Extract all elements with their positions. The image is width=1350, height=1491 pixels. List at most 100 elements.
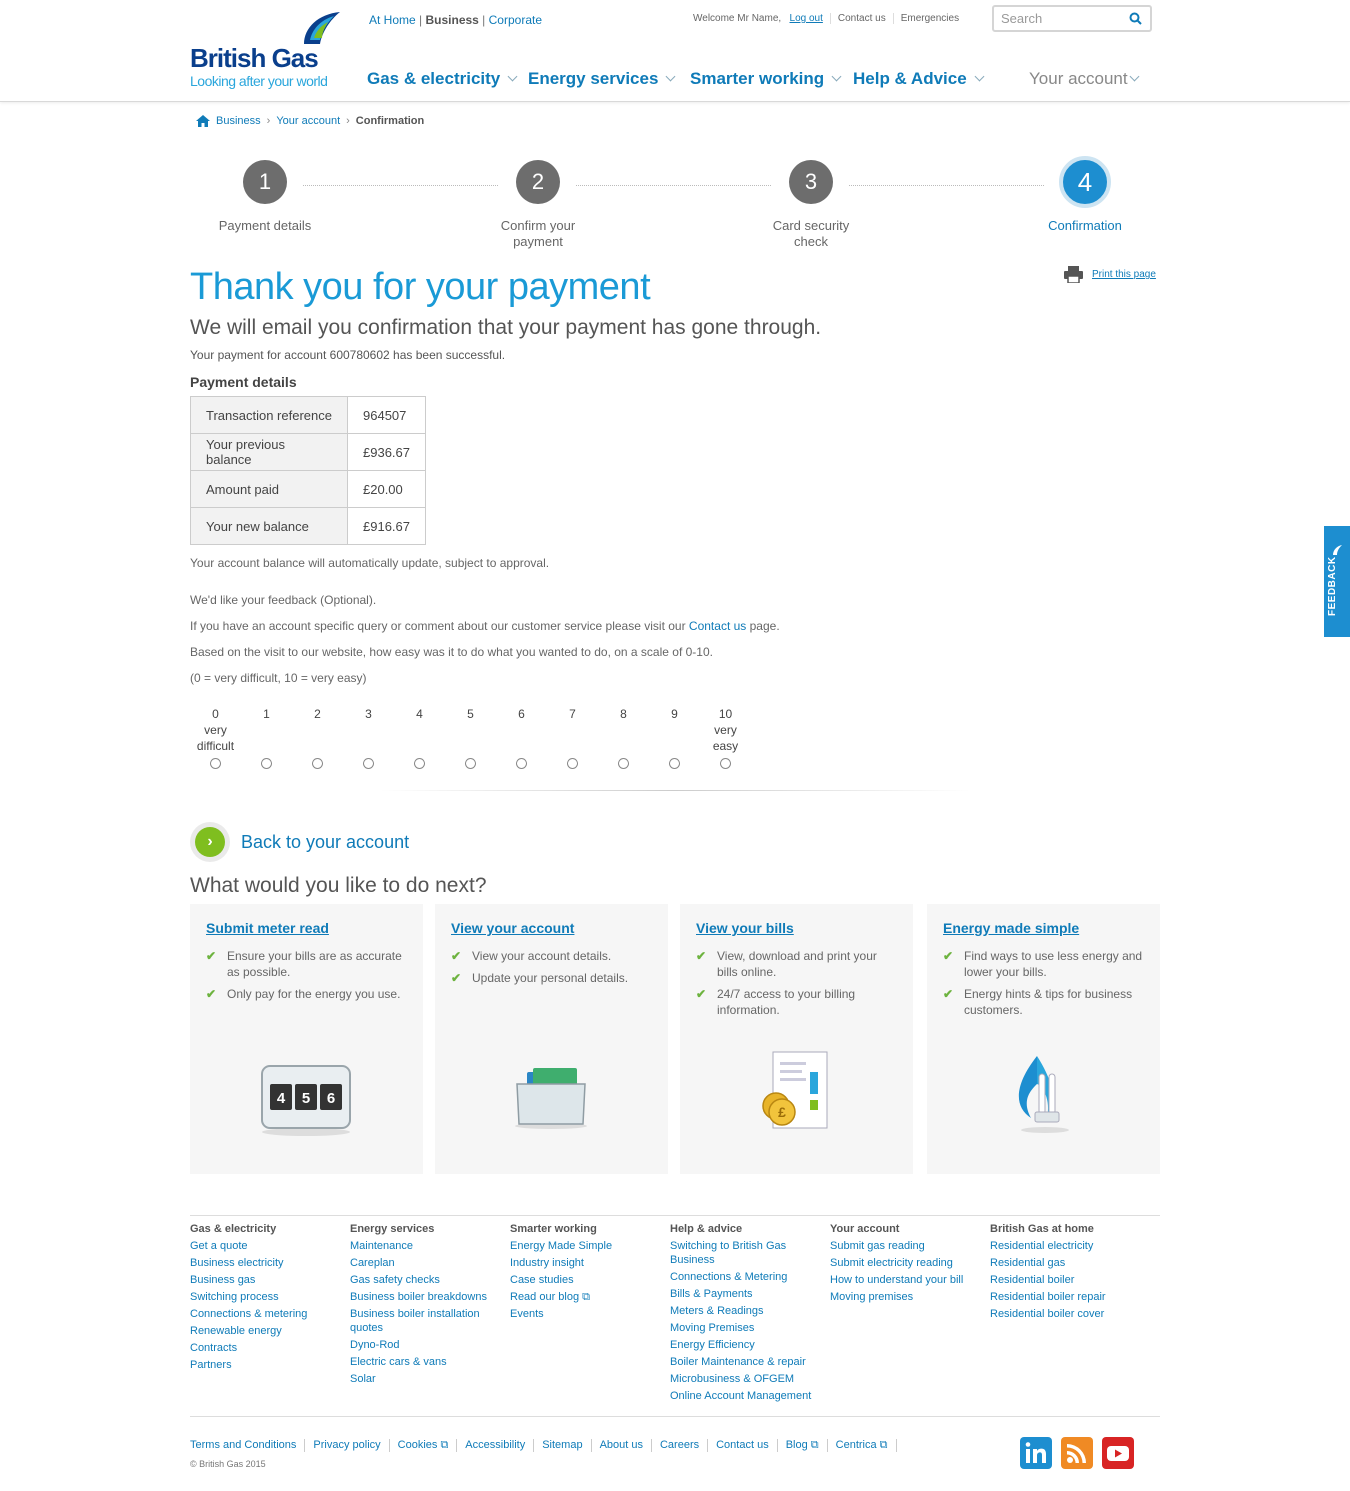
blog-link[interactable]: Blog ⧉ xyxy=(776,1439,827,1452)
card-title-link[interactable]: View your bills xyxy=(696,920,794,936)
footer-bottom-links: Terms and Conditions Privacy policy Cook… xyxy=(190,1439,897,1452)
nav-energy-services[interactable]: Energy services xyxy=(528,69,676,89)
footer-link[interactable]: Business boiler breakdowns xyxy=(350,1290,495,1304)
footer-link[interactable]: Read our blog ⧉ xyxy=(510,1290,670,1304)
footer-link[interactable]: Boiler Maintenance & repair xyxy=(670,1355,820,1369)
back-to-account[interactable]: › Back to your account xyxy=(190,822,409,862)
about-us-link[interactable]: About us xyxy=(590,1439,651,1452)
footer-link[interactable]: Contracts xyxy=(190,1341,350,1355)
footer-link[interactable]: Residential boiler cover xyxy=(990,1307,1150,1321)
centrica-link[interactable]: Centrica ⧉ xyxy=(826,1439,897,1452)
cookies-link[interactable]: Cookies ⧉ xyxy=(388,1439,457,1452)
footer-link[interactable]: Switching to British Gas Business xyxy=(670,1239,795,1267)
logout-link[interactable]: Log out xyxy=(790,13,823,24)
detail-label: Amount paid xyxy=(190,470,348,508)
footer-link[interactable]: Online Account Management xyxy=(670,1389,820,1403)
card-title-link[interactable]: Energy made simple xyxy=(943,920,1079,936)
footer-link[interactable]: Switching process xyxy=(190,1290,350,1304)
footer-link[interactable]: Meters & Readings xyxy=(670,1304,820,1318)
footer-link[interactable]: Electric cars & vans xyxy=(350,1355,495,1369)
corporate-link[interactable]: Corporate xyxy=(489,13,542,27)
sitemap-link[interactable]: Sitemap xyxy=(533,1439,590,1452)
footer-link[interactable]: Residential gas xyxy=(990,1256,1150,1270)
footer-link[interactable]: Industry insight xyxy=(510,1256,670,1270)
footer-link[interactable]: Gas safety checks xyxy=(350,1273,495,1287)
rating-radio[interactable] xyxy=(210,758,221,769)
footer-divider xyxy=(190,1215,1160,1216)
print-link[interactable]: Print this page xyxy=(1092,269,1156,280)
rss-icon[interactable] xyxy=(1061,1437,1093,1469)
footer-link[interactable]: Connections & metering xyxy=(190,1307,350,1321)
nav-help-advice[interactable]: Help & Advice xyxy=(853,69,985,89)
footer-link[interactable]: Residential boiler xyxy=(990,1273,1150,1287)
footer-link[interactable]: Residential electricity xyxy=(990,1239,1150,1253)
footer-link[interactable]: Residential boiler repair xyxy=(990,1290,1150,1304)
detail-value: £20.00 xyxy=(347,470,426,508)
footer-link[interactable]: Energy Made Simple xyxy=(510,1239,670,1253)
search-icon[interactable] xyxy=(1129,12,1142,25)
rating-radio[interactable] xyxy=(414,758,425,769)
footer-link[interactable]: Careplan xyxy=(350,1256,495,1270)
breadcrumb-separator: › xyxy=(266,115,271,127)
option-number: 9 xyxy=(671,707,678,721)
card-title-link[interactable]: Submit meter read xyxy=(206,920,329,936)
rating-radio[interactable] xyxy=(567,758,578,769)
rating-radio[interactable] xyxy=(261,758,272,769)
linkedin-icon[interactable] xyxy=(1020,1437,1052,1469)
careers-link[interactable]: Careers xyxy=(650,1439,707,1452)
nav-your-account[interactable]: Your account xyxy=(1029,69,1140,89)
contact-us-link[interactable]: Contact us xyxy=(829,13,893,24)
contact-us-inline-link[interactable]: Contact us xyxy=(689,619,746,633)
footer-link[interactable]: Submit gas reading xyxy=(830,1239,990,1253)
footer-link[interactable]: Events xyxy=(510,1307,670,1321)
footer-link[interactable]: Partners xyxy=(190,1358,350,1372)
card-title-link[interactable]: View your account xyxy=(451,920,574,936)
meter-icon: 4 5 6 xyxy=(261,1065,351,1136)
footer-link[interactable]: Moving premises xyxy=(830,1290,990,1304)
footer-link[interactable]: Microbusiness & OFGEM xyxy=(670,1372,820,1386)
rating-radio[interactable] xyxy=(618,758,629,769)
rating-radio[interactable] xyxy=(363,758,374,769)
footer-link[interactable]: Bills & Payments xyxy=(670,1287,820,1301)
footer-link[interactable]: Energy Efficiency xyxy=(670,1338,820,1352)
rating-radio[interactable] xyxy=(516,758,527,769)
breadcrumb-your-account[interactable]: Your account xyxy=(276,115,340,127)
at-home-link[interactable]: At Home xyxy=(369,13,416,27)
terms-link[interactable]: Terms and Conditions xyxy=(190,1439,304,1452)
footer-link[interactable]: Solar xyxy=(350,1372,495,1386)
feedback-tab[interactable]: FEEDBACK xyxy=(1324,526,1350,637)
rating-radio[interactable] xyxy=(720,758,731,769)
footer-link[interactable]: Moving Premises xyxy=(670,1321,820,1335)
rating-radio[interactable] xyxy=(669,758,680,769)
footer-link[interactable]: Submit electricity reading xyxy=(830,1256,990,1270)
footer-link[interactable]: Business boiler installation quotes xyxy=(350,1307,485,1335)
check-icon: ✔ xyxy=(206,987,217,1001)
youtube-icon[interactable] xyxy=(1102,1437,1134,1469)
table-row: Your new balance £916.67 xyxy=(190,507,426,545)
footer-link[interactable]: Maintenance xyxy=(350,1239,495,1253)
nav-smarter-working[interactable]: Smarter working xyxy=(690,69,842,89)
business-link[interactable]: Business xyxy=(425,13,478,27)
accessibility-link[interactable]: Accessibility xyxy=(456,1439,533,1452)
contact-us-footer-link[interactable]: Contact us xyxy=(707,1439,777,1452)
footer-link[interactable]: Connections & Metering xyxy=(670,1270,820,1284)
nav-gas-electricity[interactable]: Gas & electricity xyxy=(367,69,518,89)
rating-radio[interactable] xyxy=(312,758,323,769)
footer-link[interactable]: Dyno-Rod xyxy=(350,1338,495,1352)
emergencies-link[interactable]: Emergencies xyxy=(892,13,966,24)
footer-link[interactable]: Get a quote xyxy=(190,1239,350,1253)
step-number: 3 xyxy=(789,160,833,204)
footer-link[interactable]: How to understand your bill xyxy=(830,1273,990,1287)
footer-link[interactable]: Case studies xyxy=(510,1273,670,1287)
footer-link[interactable]: Renewable energy xyxy=(190,1324,350,1338)
home-icon[interactable] xyxy=(196,115,210,127)
footer-link[interactable]: Business electricity xyxy=(190,1256,350,1270)
back-to-account-link[interactable]: Back to your account xyxy=(241,832,409,853)
breadcrumb-business[interactable]: Business xyxy=(216,115,261,127)
rating-radio[interactable] xyxy=(465,758,476,769)
privacy-link[interactable]: Privacy policy xyxy=(304,1439,388,1452)
footer-link[interactable]: Business gas xyxy=(190,1273,350,1287)
british-gas-logo[interactable]: British Gas Looking after your world xyxy=(190,10,350,95)
print-page[interactable]: Print this page xyxy=(1064,266,1156,283)
search-input[interactable] xyxy=(1001,11,1121,26)
